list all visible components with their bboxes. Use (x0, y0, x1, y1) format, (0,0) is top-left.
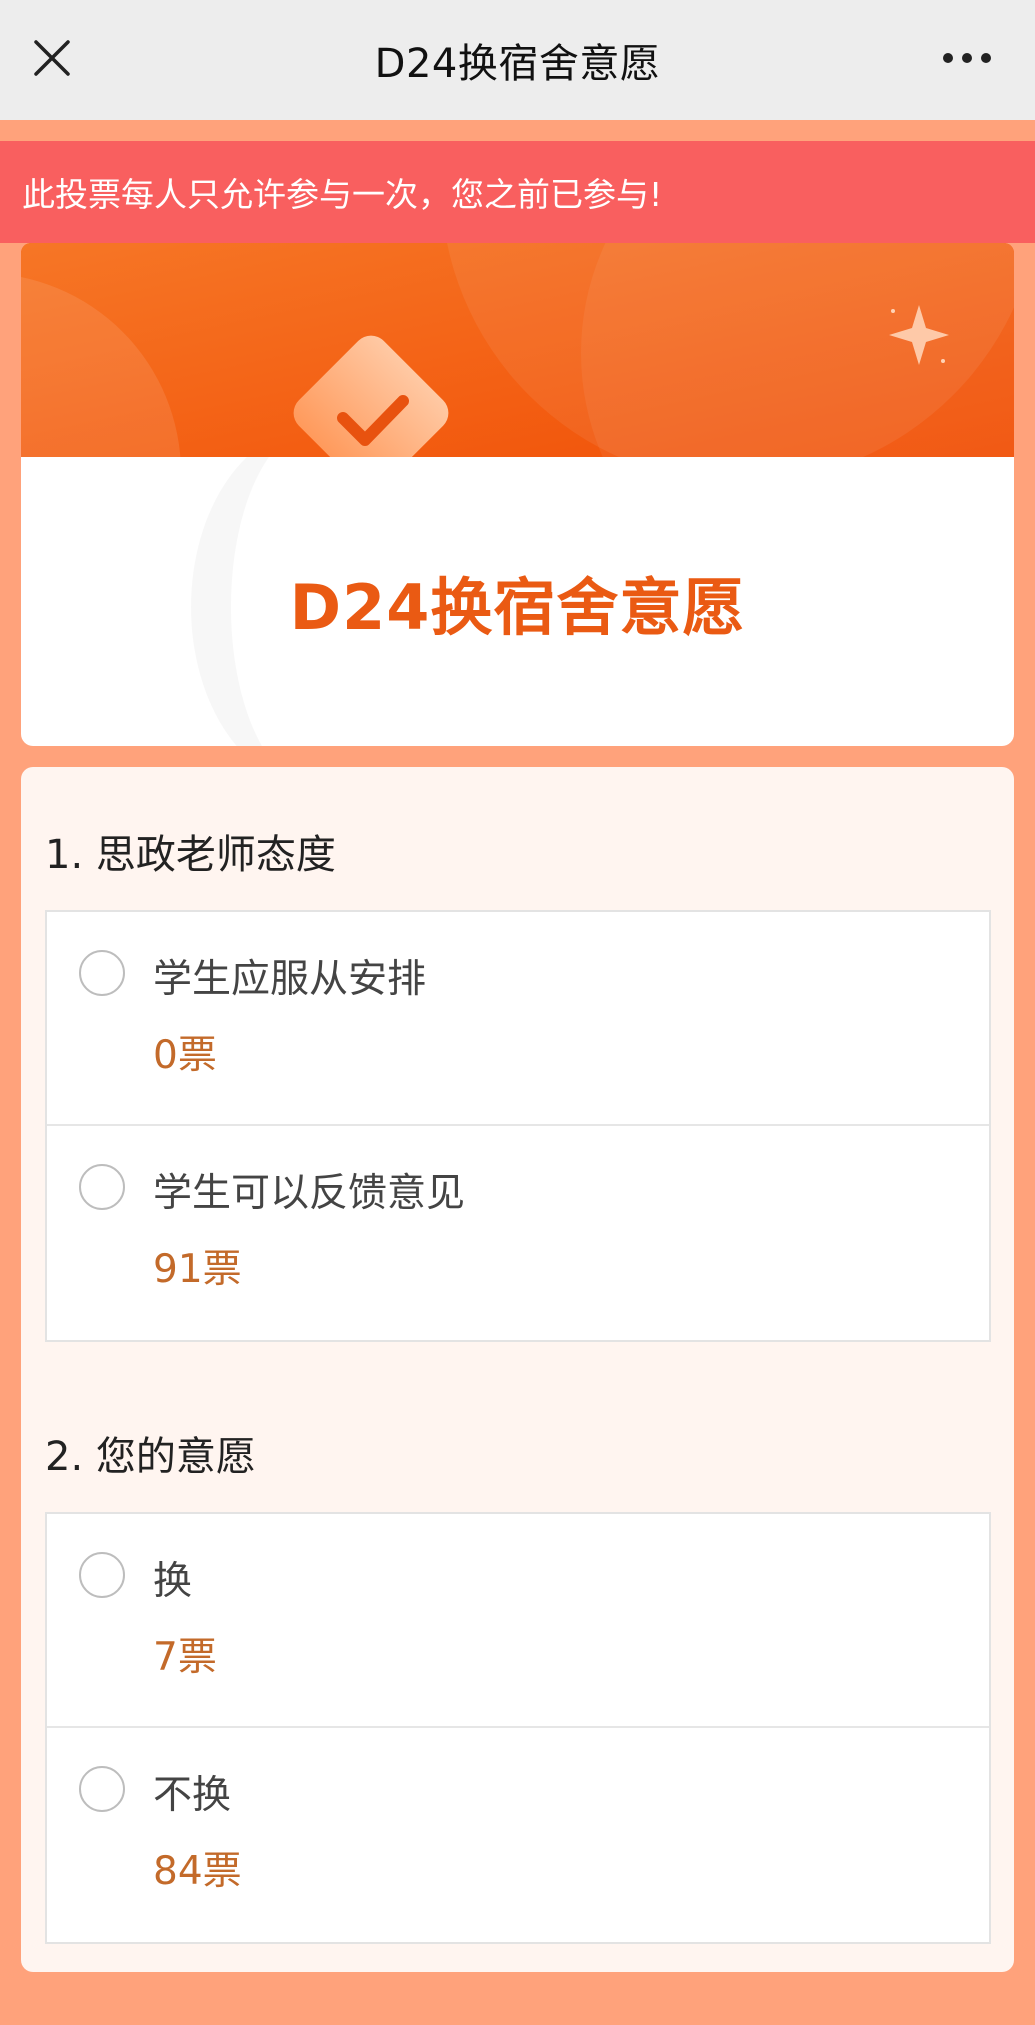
radio-button[interactable] (79, 950, 125, 996)
question-1-options: 学生应服从安排 0票 学生可以反馈意见 91票 (45, 910, 991, 1342)
vote-count: 84票 (153, 1849, 242, 1894)
poll-banner (21, 243, 1014, 458)
radio-button[interactable] (79, 1552, 125, 1598)
poll-title-card: D24换宿舍意愿 (21, 457, 1014, 746)
question-1-title: 1. 思政老师态度 (45, 832, 336, 878)
option-row[interactable]: 学生可以反馈意见 91票 (47, 1126, 989, 1340)
option-label: 学生可以反馈意见 (153, 1171, 466, 1216)
option-row[interactable]: 不换 84票 (47, 1728, 989, 1942)
question-2-options: 换 7票 不换 84票 (45, 1512, 991, 1944)
page-title: D24换宿舍意愿 (374, 41, 661, 87)
option-label: 换 (153, 1559, 193, 1604)
radio-button[interactable] (79, 1766, 125, 1812)
option-label: 不换 (153, 1773, 232, 1818)
question-2-title: 2. 您的意愿 (45, 1434, 256, 1480)
vote-count: 91票 (153, 1247, 242, 1292)
vote-count: 0票 (153, 1033, 217, 1078)
more-icon[interactable] (939, 40, 995, 76)
radio-button[interactable] (79, 1164, 125, 1210)
close-icon[interactable] (30, 36, 74, 80)
already-voted-alert: 此投票每人只允许参与一次，您之前已参与! (0, 141, 1035, 243)
vote-count: 7票 (153, 1635, 217, 1680)
poll-title: D24换宿舍意愿 (289, 570, 746, 644)
option-row[interactable]: 学生应服从安排 0票 (47, 912, 989, 1126)
poll-content: 1. 思政老师态度 学生应服从安排 0票 学生可以反馈意见 91票 2. 您的意… (21, 767, 1014, 1972)
top-bar: D24换宿舍意愿 (0, 0, 1035, 120)
option-label: 学生应服从安排 (153, 957, 427, 1002)
option-row[interactable]: 换 7票 (47, 1514, 989, 1728)
